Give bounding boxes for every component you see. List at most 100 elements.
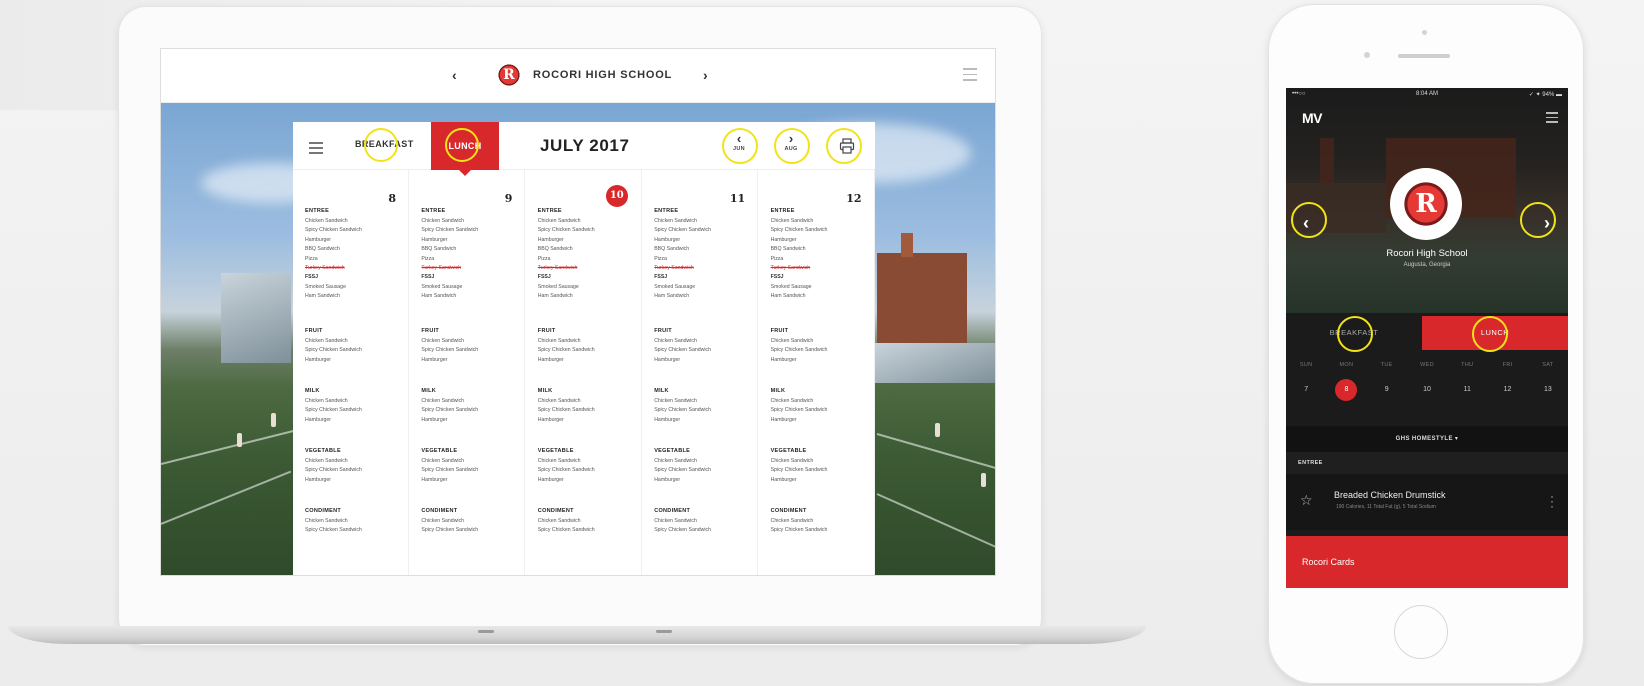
menu-item[interactable]: Smoked Sausage [305, 283, 405, 292]
menu-item[interactable]: FSSJ [421, 273, 521, 282]
menu-item[interactable]: Spicy Chicken Sandwich [654, 526, 754, 535]
menu-item[interactable]: Spicy Chicken Sandwich [421, 346, 521, 355]
hamburger-icon[interactable] [963, 68, 977, 85]
date-button[interactable]: 10 [1410, 386, 1444, 393]
menu-item[interactable]: FSSJ [654, 273, 754, 282]
menu-item[interactable]: Ham Sandwich [305, 292, 405, 301]
menu-item[interactable]: Chicken Sandwich [305, 217, 405, 226]
menu-item[interactable]: Hamburger [771, 476, 871, 485]
location-selector[interactable]: GHS HOMESTYLE ▾ [1286, 426, 1568, 452]
menu-item[interactable]: Turkey Sandwich [654, 264, 754, 273]
menu-item[interactable]: Hamburger [421, 236, 521, 245]
menu-item[interactable]: Chicken Sandwich [654, 337, 754, 346]
menu-item[interactable]: Chicken Sandwich [305, 457, 405, 466]
menu-item[interactable]: Hamburger [654, 476, 754, 485]
menu-item[interactable]: Chicken Sandwich [654, 217, 754, 226]
menu-item[interactable]: Chicken Sandwich [538, 457, 638, 466]
day-number[interactable]: 12 [846, 192, 861, 205]
menu-item[interactable]: Spicy Chicken Sandwich [421, 526, 521, 535]
day-number[interactable]: 9 [505, 192, 513, 205]
menu-item[interactable]: Chicken Sandwich [771, 337, 871, 346]
menu-item[interactable]: Chicken Sandwich [538, 517, 638, 526]
menu-item[interactable]: Chicken Sandwich [305, 337, 405, 346]
menu-item[interactable]: Chicken Sandwich [771, 217, 871, 226]
menu-item[interactable]: Turkey Sandwich [538, 264, 638, 273]
menu-item[interactable]: Pizza [538, 255, 638, 264]
date-button[interactable]: 12 [1491, 386, 1525, 393]
menu-item[interactable]: Chicken Sandwich [654, 397, 754, 406]
menu-item[interactable]: Spicy Chicken Sandwich [654, 226, 754, 235]
menu-item[interactable]: Spicy Chicken Sandwich [538, 406, 638, 415]
menu-icon[interactable] [309, 142, 323, 157]
menu-item[interactable]: Chicken Sandwich [305, 397, 405, 406]
menu-item[interactable]: Hamburger [305, 356, 405, 365]
menu-item[interactable]: Ham Sandwich [421, 292, 521, 301]
today-date[interactable]: 10 [605, 185, 628, 207]
menu-item[interactable]: Chicken Sandwich [305, 517, 405, 526]
menu-item[interactable]: Smoked Sausage [421, 283, 521, 292]
menu-item[interactable]: Chicken Sandwich [538, 217, 638, 226]
menu-item[interactable]: Hamburger [654, 236, 754, 245]
day-number[interactable]: 11 [730, 192, 745, 205]
hamburger-icon[interactable] [1546, 112, 1558, 126]
menu-item[interactable]: Hamburger [771, 356, 871, 365]
menu-item[interactable]: Chicken Sandwich [538, 397, 638, 406]
menu-item[interactable]: Ham Sandwich [771, 292, 871, 301]
home-button[interactable] [1394, 605, 1448, 659]
menu-item[interactable]: Smoked Sausage [771, 283, 871, 292]
menu-item[interactable]: Spicy Chicken Sandwich [538, 526, 638, 535]
menu-item[interactable]: Hamburger [538, 476, 638, 485]
menu-item[interactable]: Hamburger [654, 356, 754, 365]
date-button[interactable]: 9 [1370, 386, 1404, 393]
menu-item[interactable]: BBQ Sandwich [771, 245, 871, 254]
more-options-icon[interactable]: · · · [1550, 490, 1554, 512]
menu-item[interactable]: Hamburger [538, 356, 638, 365]
menu-item[interactable]: Spicy Chicken Sandwich [305, 526, 405, 535]
menu-item[interactable]: Hamburger [305, 416, 405, 425]
menu-item[interactable]: Spicy Chicken Sandwich [654, 466, 754, 475]
menu-item[interactable]: Pizza [771, 255, 871, 264]
menu-item[interactable]: Pizza [654, 255, 754, 264]
menu-item[interactable]: Chicken Sandwich [421, 337, 521, 346]
menu-item[interactable]: Spicy Chicken Sandwich [421, 466, 521, 475]
menu-item[interactable]: Hamburger [421, 476, 521, 485]
menu-item[interactable]: Spicy Chicken Sandwich [654, 346, 754, 355]
menu-item[interactable]: Chicken Sandwich [538, 337, 638, 346]
menu-item[interactable]: Spicy Chicken Sandwich [771, 526, 871, 535]
day-number[interactable]: 8 [388, 192, 396, 205]
menu-item[interactable]: Turkey Sandwich [771, 264, 871, 273]
menu-item[interactable]: Hamburger [305, 236, 405, 245]
menu-item[interactable]: Spicy Chicken Sandwich [305, 466, 405, 475]
prev-school-button[interactable]: ‹ [452, 67, 457, 83]
menu-item[interactable]: Spicy Chicken Sandwich [305, 406, 405, 415]
menu-item[interactable]: Chicken Sandwich [421, 397, 521, 406]
menu-item[interactable]: Turkey Sandwich [305, 264, 405, 273]
rocori-cards-button[interactable]: Rocori Cards [1286, 536, 1568, 588]
menu-item[interactable]: Spicy Chicken Sandwich [771, 346, 871, 355]
next-school-button[interactable]: › [703, 67, 708, 83]
date-button[interactable]: 7 [1289, 386, 1323, 393]
menu-item[interactable]: Spicy Chicken Sandwich [421, 226, 521, 235]
menu-item[interactable]: Hamburger [771, 416, 871, 425]
menu-item[interactable]: Chicken Sandwich [421, 517, 521, 526]
menu-item[interactable]: BBQ Sandwich [421, 245, 521, 254]
menu-item[interactable]: Chicken Sandwich [771, 457, 871, 466]
menu-item[interactable]: Hamburger [538, 416, 638, 425]
menu-item[interactable]: FSSJ [771, 273, 871, 282]
menu-item[interactable]: Hamburger [305, 476, 405, 485]
menu-item[interactable]: Ham Sandwich [654, 292, 754, 301]
menu-item[interactable]: Smoked Sausage [538, 283, 638, 292]
date-button[interactable]: 11 [1450, 386, 1484, 393]
menu-item[interactable]: Spicy Chicken Sandwich [771, 226, 871, 235]
menu-item[interactable]: Smoked Sausage [654, 283, 754, 292]
menu-item[interactable]: BBQ Sandwich [305, 245, 405, 254]
menu-item[interactable]: Chicken Sandwich [421, 457, 521, 466]
menu-item[interactable]: Chicken Sandwich [771, 397, 871, 406]
menu-item[interactable]: Pizza [421, 255, 521, 264]
menu-item[interactable]: Spicy Chicken Sandwich [538, 466, 638, 475]
menu-item[interactable]: Chicken Sandwich [771, 517, 871, 526]
menu-item[interactable]: BBQ Sandwich [538, 245, 638, 254]
menu-item[interactable]: FSSJ [538, 273, 638, 282]
menu-item[interactable]: ☆ Breaded Chicken Drumstick 190 Calories… [1286, 474, 1568, 530]
star-icon[interactable]: ☆ [1300, 492, 1313, 509]
